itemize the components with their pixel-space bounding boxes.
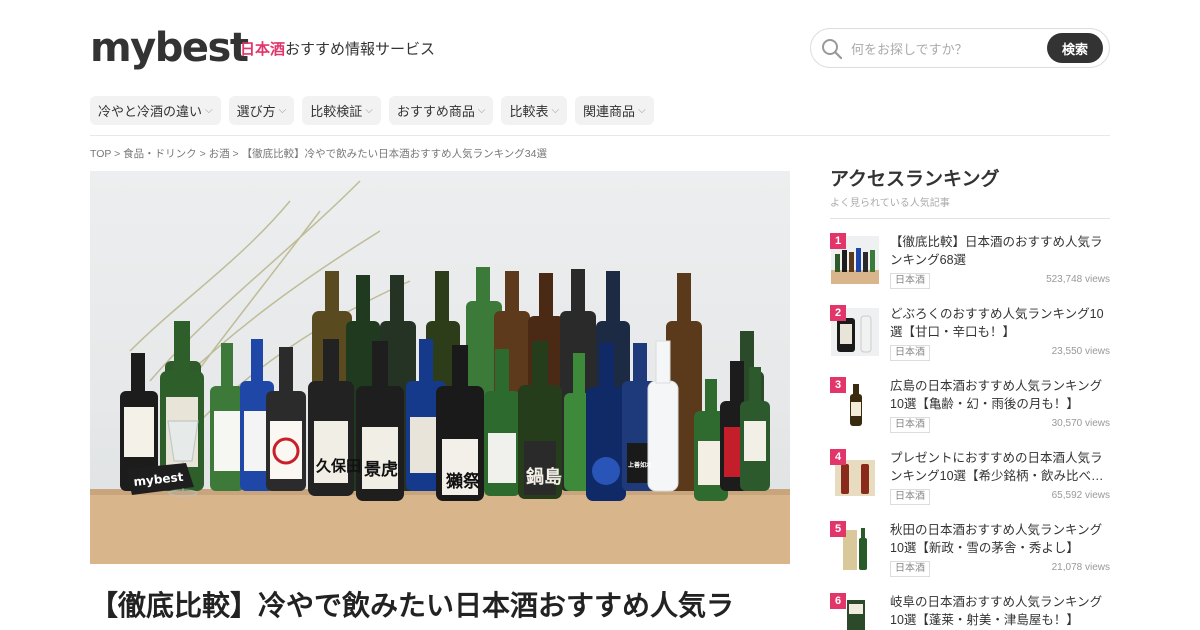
rank-badge: 4	[830, 449, 846, 465]
category-tag[interactable]: 日本酒	[890, 345, 930, 361]
view-count: 523,748 views	[1046, 274, 1110, 285]
nav-label: 関連商品	[583, 104, 636, 119]
article-title: 【徹底比較】冷やで飲みたい日本酒おすすめ人気ラ	[90, 590, 735, 621]
view-count: 30,570 views	[1051, 418, 1110, 429]
bottle-label-kagetora: 景虎	[364, 460, 398, 480]
search-input[interactable]	[851, 39, 1041, 59]
hero-image: mybest 久保田 景虎 獺祭 鍋島 上善如水	[90, 171, 790, 564]
ranking-item[interactable]: 1 【徹底比較】日本酒のおすすめ人気ランキング68選 日本酒 523,748 v…	[830, 233, 1110, 293]
category-tag[interactable]: 日本酒	[890, 561, 930, 577]
access-ranking-sidebar: アクセスランキング よく見られている人気記事 1 【徹底比較】日本酒のおすすめ人…	[830, 168, 1110, 630]
chevron-down-icon: ⌵	[365, 105, 373, 116]
category-tag[interactable]: 日本酒	[890, 273, 930, 289]
ranking-item-title[interactable]: プレゼントにおすすめの日本酒人気ランキング10選【希少銘柄・飲み比べ…	[890, 449, 1110, 485]
ranking-item[interactable]: 4 プレゼントにおすすめの日本酒人気ランキング10選【希少銘柄・飲み比べ… 日本…	[830, 449, 1110, 509]
nav-item-comparison[interactable]: 比較検証 ⌵	[302, 96, 381, 125]
site-header: mybest 日本酒おすすめ情報サービス 検索	[90, 24, 1110, 74]
view-count: 21,078 views	[1051, 562, 1110, 573]
category-tag[interactable]: 日本酒	[890, 489, 930, 505]
breadcrumb[interactable]: TOP > 食品・ドリンク > お酒 > 【徹底比較】冷やで飲みたい日本酒おすす…	[90, 146, 547, 161]
tagline-text: おすすめ情報サービス	[285, 41, 436, 58]
search-icon	[822, 39, 843, 60]
bottle-label-dassai: 獺祭	[445, 471, 481, 492]
article-nav: 冷やと冷酒の違い ⌵ 選び方 ⌵ 比較検証 ⌵ おすすめ商品 ⌵ 比較表 ⌵ 関連商品 ⌵	[90, 96, 654, 125]
search-box: 検索	[810, 28, 1110, 68]
bottle-label-kubota: 久保田	[316, 457, 361, 475]
ranking-item-title[interactable]: 広島の日本酒おすすめ人気ランキング10選【亀齢・幻・雨後の月も！】	[890, 377, 1110, 413]
ranking-item-title[interactable]: 【徹底比較】日本酒のおすすめ人気ランキング68選	[890, 233, 1110, 269]
rank-badge: 6	[830, 593, 846, 609]
ranking-item[interactable]: 5 秋田の日本酒おすすめ人気ランキング10選【新政・雪の茅舎・秀よし】 日本酒 …	[830, 521, 1110, 581]
ranking-item-title[interactable]: 秋田の日本酒おすすめ人気ランキング10選【新政・雪の茅舎・秀よし】	[890, 521, 1110, 557]
ranking-item[interactable]: 3 広島の日本酒おすすめ人気ランキング10選【亀齢・幻・雨後の月も！】 日本酒 …	[830, 377, 1110, 437]
search-button[interactable]: 検索	[1047, 33, 1103, 63]
view-count: 65,592 views	[1051, 490, 1110, 501]
bottle-label-nabeshima: 鍋島	[526, 466, 562, 488]
chevron-down-icon: ⌵	[551, 105, 560, 116]
tagline-category[interactable]: 日本酒	[240, 41, 285, 58]
site-tagline: 日本酒おすすめ情報サービス	[240, 38, 435, 59]
sidebar-divider	[830, 218, 1110, 219]
nav-label: 比較検証	[310, 104, 363, 119]
sidebar-subtitle: よく見られている人気記事	[830, 198, 950, 209]
ranking-item-title[interactable]: 岐阜の日本酒おすすめ人気ランキング10選【蓬莱・射美・津島屋も！】	[890, 593, 1110, 629]
sake-bottles-photo: mybest 久保田 景虎 獺祭 鍋島 上善如水	[90, 180, 790, 564]
rank-badge: 5	[830, 521, 846, 537]
chevron-down-icon: ⌵	[477, 105, 486, 116]
sidebar-title: アクセスランキング	[830, 169, 1000, 190]
nav-label: 冷やと冷酒の違い	[98, 104, 203, 119]
nav-item-difference[interactable]: 冷やと冷酒の違い ⌵	[90, 96, 221, 125]
chevron-down-icon: ⌵	[205, 105, 213, 116]
chevron-down-icon: ⌵	[278, 105, 287, 116]
nav-label: 比較表	[509, 104, 549, 119]
rank-badge: 2	[830, 305, 846, 321]
rank-badge: 3	[830, 377, 846, 393]
rank-badge: 1	[830, 233, 846, 249]
nav-item-how-to-choose[interactable]: 選び方 ⌵	[228, 96, 295, 125]
chevron-down-icon: ⌵	[638, 105, 646, 116]
nav-item-comparison-table[interactable]: 比較表 ⌵	[501, 96, 568, 125]
bottle-label-jozen: 上善如水	[628, 461, 653, 469]
ranking-item[interactable]: 6 岐阜の日本酒おすすめ人気ランキング10選【蓬莱・射美・津島屋も！】	[830, 593, 1110, 630]
ranking-item-title[interactable]: どぶろくのおすすめ人気ランキング10選【甘口・辛口も！】	[890, 305, 1110, 341]
nav-divider	[90, 135, 1110, 136]
nav-label: おすすめ商品	[396, 104, 475, 119]
ranking-item[interactable]: 2 どぶろくのおすすめ人気ランキング10選【甘口・辛口も！】 日本酒 23,55…	[830, 305, 1110, 365]
nav-label: 選び方	[236, 104, 276, 119]
nav-item-recommended[interactable]: おすすめ商品 ⌵	[388, 96, 494, 125]
nav-item-related[interactable]: 関連商品 ⌵	[575, 96, 654, 125]
view-count: 23,550 views	[1051, 346, 1110, 357]
category-tag[interactable]: 日本酒	[890, 417, 930, 433]
site-logo[interactable]: mybest	[90, 26, 249, 70]
